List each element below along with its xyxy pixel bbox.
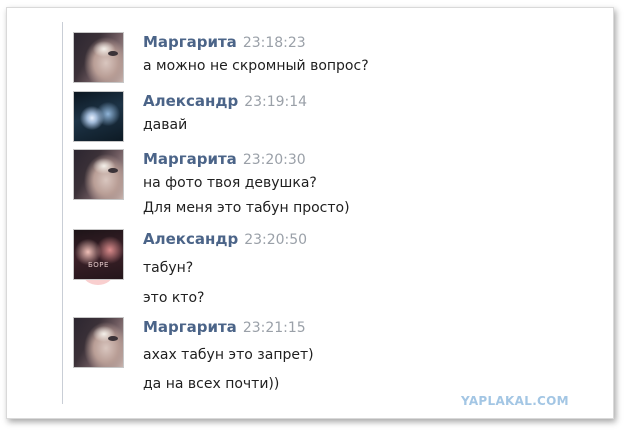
- message-text: давай: [143, 117, 188, 133]
- message-text: ахах табун это запрет): [143, 347, 314, 363]
- timestamp: 23:18:23: [242, 35, 306, 51]
- eye-decor: [108, 168, 118, 173]
- avatar-caption: БОРЕ: [88, 261, 109, 269]
- message-text: а можно не скромный вопрос?: [143, 58, 369, 74]
- message-text: Для меня это табун просто): [143, 200, 350, 216]
- author-name[interactable]: Маргарита: [143, 33, 237, 51]
- avatar[interactable]: [73, 32, 124, 83]
- message-text: да на всех почти)): [143, 376, 280, 392]
- message-header: Александр 23:20:50: [143, 229, 307, 248]
- thread-divider: [62, 22, 63, 404]
- message-header: Маргарита 23:20:30: [143, 149, 306, 168]
- message-text: на фото твоя девушка?: [143, 175, 317, 191]
- eye-decor: [108, 336, 118, 341]
- author-name[interactable]: Александр: [143, 92, 238, 110]
- eye-decor: [108, 51, 118, 56]
- timestamp: 23:20:30: [242, 152, 306, 168]
- message-header: Маргарита 23:18:23: [143, 32, 306, 51]
- message-text: табун?: [143, 260, 194, 276]
- author-name[interactable]: Маргарита: [143, 150, 237, 168]
- avatar[interactable]: [73, 91, 124, 142]
- avatar[interactable]: [73, 149, 124, 200]
- message-header: Александр 23:19:14: [143, 91, 307, 110]
- avatar[interactable]: БОРЕ: [73, 229, 124, 280]
- author-name[interactable]: Александр: [143, 230, 238, 248]
- message-text: это кто?: [143, 290, 205, 306]
- message-header: Маргарита 23:21:15: [143, 317, 306, 336]
- avatar[interactable]: [73, 317, 124, 368]
- timestamp: 23:20:50: [244, 232, 308, 248]
- chat-window: Маргарита 23:18:23 а можно не скромный во…: [6, 7, 614, 419]
- timestamp: 23:21:15: [242, 320, 306, 336]
- author-name[interactable]: Маргарита: [143, 318, 237, 336]
- timestamp: 23:19:14: [244, 94, 308, 110]
- watermark: YAPLAKAL.COM: [461, 394, 569, 408]
